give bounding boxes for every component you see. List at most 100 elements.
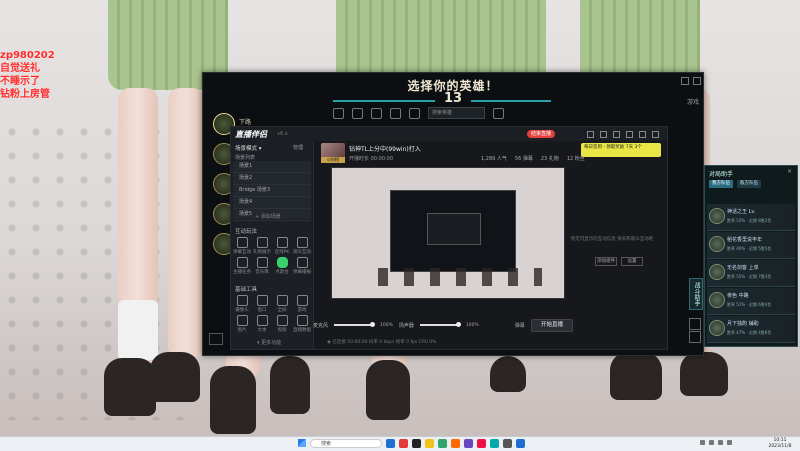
taskbar-app-icon[interactable] <box>503 439 512 448</box>
scene-item[interactable]: Bridge 场景3 <box>233 185 311 197</box>
mic-volume-slider[interactable] <box>334 322 376 327</box>
scene-item[interactable]: 场景2 <box>233 173 311 185</box>
champion-search-input[interactable]: 搜索英雄 <box>428 107 485 119</box>
list-item[interactable]: 神话之王 Lv. 胜率 52% · 近期 8胜2负 <box>707 204 795 231</box>
taskbar-app-icon[interactable] <box>399 439 408 448</box>
tool-item[interactable]: 主播任务 <box>233 257 251 275</box>
taskbar-app-icon[interactable] <box>516 439 525 448</box>
tool-item[interactable]: 音乐库 <box>253 257 271 275</box>
taskbar-app-icon[interactable] <box>412 439 421 448</box>
tool-item[interactable]: 全屏 <box>273 295 291 313</box>
live-duration: 开播时长 00:00:00 <box>349 156 394 162</box>
manage-link[interactable]: 管理 <box>293 144 303 151</box>
app-version: v6.x <box>277 131 288 137</box>
mic-volume-value: 100% <box>380 322 393 328</box>
input-method-icon[interactable] <box>727 440 732 445</box>
slider-fill <box>334 324 375 326</box>
emote-icon[interactable] <box>689 331 701 343</box>
tool-item[interactable]: 弹幕播报 <box>293 257 311 275</box>
live-preview[interactable] <box>331 167 565 299</box>
tool-label: 礼物展示 <box>253 250 271 255</box>
tool-item[interactable]: 连线PK <box>273 237 291 255</box>
taskbar-app-icon[interactable] <box>477 439 486 448</box>
speaker-volume-slider[interactable] <box>419 322 461 327</box>
more-functions-button[interactable]: ▾ 更多功能 <box>257 339 281 346</box>
role-top-icon[interactable] <box>333 107 344 119</box>
start-live-button[interactable]: 开始直播 <box>531 319 573 332</box>
streamer-title[interactable]: 钻神TL上分中(99win)打入 <box>349 144 421 153</box>
network-icon[interactable] <box>709 440 714 445</box>
add-widget-button[interactable]: 添加组件 <box>595 257 617 266</box>
taskbar-app-icon[interactable] <box>464 439 473 448</box>
chevron-up-icon[interactable] <box>700 440 705 445</box>
tool-item[interactable]: 游戏 <box>293 295 311 313</box>
role-bot-icon[interactable] <box>390 107 401 119</box>
close-icon[interactable] <box>652 131 659 138</box>
taskbar-app-icon[interactable] <box>451 439 460 448</box>
scene-item[interactable]: 场景4 <box>233 197 311 209</box>
tip-settings-button[interactable]: 设置 <box>621 257 643 266</box>
role-mid-icon[interactable] <box>371 107 382 119</box>
tool-item[interactable]: 观众互动 <box>293 237 311 255</box>
scene-item[interactable]: 场景1 <box>233 161 311 173</box>
tool-item[interactable]: 文本 <box>253 315 271 333</box>
tool-item[interactable]: 图片 <box>233 315 251 333</box>
slider-knob[interactable] <box>370 322 376 327</box>
start-button[interactable] <box>298 439 306 447</box>
taskbar-app-icon[interactable] <box>438 439 447 448</box>
live-stats: 1,289 人气 56 弹幕 23 礼物 12 粉丝 <box>481 155 585 162</box>
maximize-icon[interactable] <box>639 131 646 138</box>
minimize-icon[interactable] <box>681 77 689 85</box>
daily-signin-banner[interactable]: 每日签到 · 领取奖励 7天 3个 <box>581 143 661 157</box>
tool-item[interactable]: 直播数据 <box>293 315 311 333</box>
tool-item[interactable]: 点歌台 <box>273 257 291 275</box>
taskbar-app-icon[interactable] <box>490 439 499 448</box>
add-scene-button[interactable]: + 添加场景 <box>255 213 281 220</box>
slider-fill <box>419 324 460 326</box>
volume-icon[interactable] <box>718 440 723 445</box>
sock <box>118 300 158 360</box>
filter-icon[interactable] <box>493 107 504 119</box>
settings-icon[interactable] <box>689 318 701 330</box>
menu-icon[interactable] <box>613 131 620 138</box>
tool-item[interactable]: 视频 <box>273 315 291 333</box>
close-icon[interactable] <box>693 77 701 85</box>
tab-enemy[interactable]: 敌方队伍 <box>737 180 761 188</box>
help-label[interactable]: 游戏 <box>687 97 699 106</box>
chat-icon[interactable] <box>209 333 223 345</box>
tool-item[interactable]: 窗口 <box>253 295 271 313</box>
list-item[interactable]: 夜色 中路 胜率 51% · 近期 6胜4负 <box>707 288 795 315</box>
message-icon[interactable] <box>600 131 607 138</box>
role-jungle-icon[interactable] <box>352 107 363 119</box>
taskbar-app-icon[interactable] <box>386 439 395 448</box>
taskbar-clock[interactable]: 10:11 2023/11/8 <box>762 438 798 449</box>
tool-item[interactable]: 摄像头 <box>233 295 251 313</box>
list-item[interactable]: 月下独酌 辅助 胜率 47% · 近期 4胜6负 <box>707 316 795 343</box>
interactive-tools-grid: 弹幕互动 礼物展示 连线PK 观众互动 主播任务 音乐库 点歌台 弹幕播报 <box>233 237 311 275</box>
tool-item[interactable]: 弹幕互动 <box>233 237 251 255</box>
battle-assist-button[interactable]: 战斗助手 <box>689 278 703 310</box>
list-item[interactable]: 无名剑客 上单 胜率 55% · 近期 7胜3负 <box>707 260 795 287</box>
tool-icon <box>236 257 248 268</box>
end-live-button[interactable]: 结束直播 <box>527 130 555 138</box>
system-tray <box>700 440 732 445</box>
role-support-icon[interactable] <box>409 107 420 119</box>
taskbar-app-icon[interactable] <box>425 439 434 448</box>
tab-ally[interactable]: 我方队伍 <box>709 180 733 188</box>
shoe <box>104 358 156 416</box>
camera-icon <box>236 295 248 306</box>
close-icon[interactable]: × <box>787 168 792 175</box>
tool-icon <box>236 237 248 248</box>
taskbar-search-input[interactable]: 搜索 <box>310 439 382 448</box>
tool-label: 文本 <box>257 328 267 333</box>
scene-mode-dropdown[interactable]: 场景模式 ▾ <box>235 144 262 152</box>
data-icon <box>296 315 308 326</box>
tool-item[interactable]: 礼物展示 <box>253 237 271 255</box>
minimize-icon[interactable] <box>626 131 633 138</box>
slider-knob[interactable] <box>455 322 461 327</box>
gift-icon[interactable] <box>587 131 594 138</box>
speaker-volume-value: 100% <box>465 322 479 328</box>
danmaku-toggle[interactable]: 弹幕 <box>515 322 525 329</box>
rank-badge: 小时榜 <box>321 157 345 163</box>
list-item[interactable]: 稻花香里说丰年 胜率 49% · 近期 5胜5负 <box>707 232 795 259</box>
